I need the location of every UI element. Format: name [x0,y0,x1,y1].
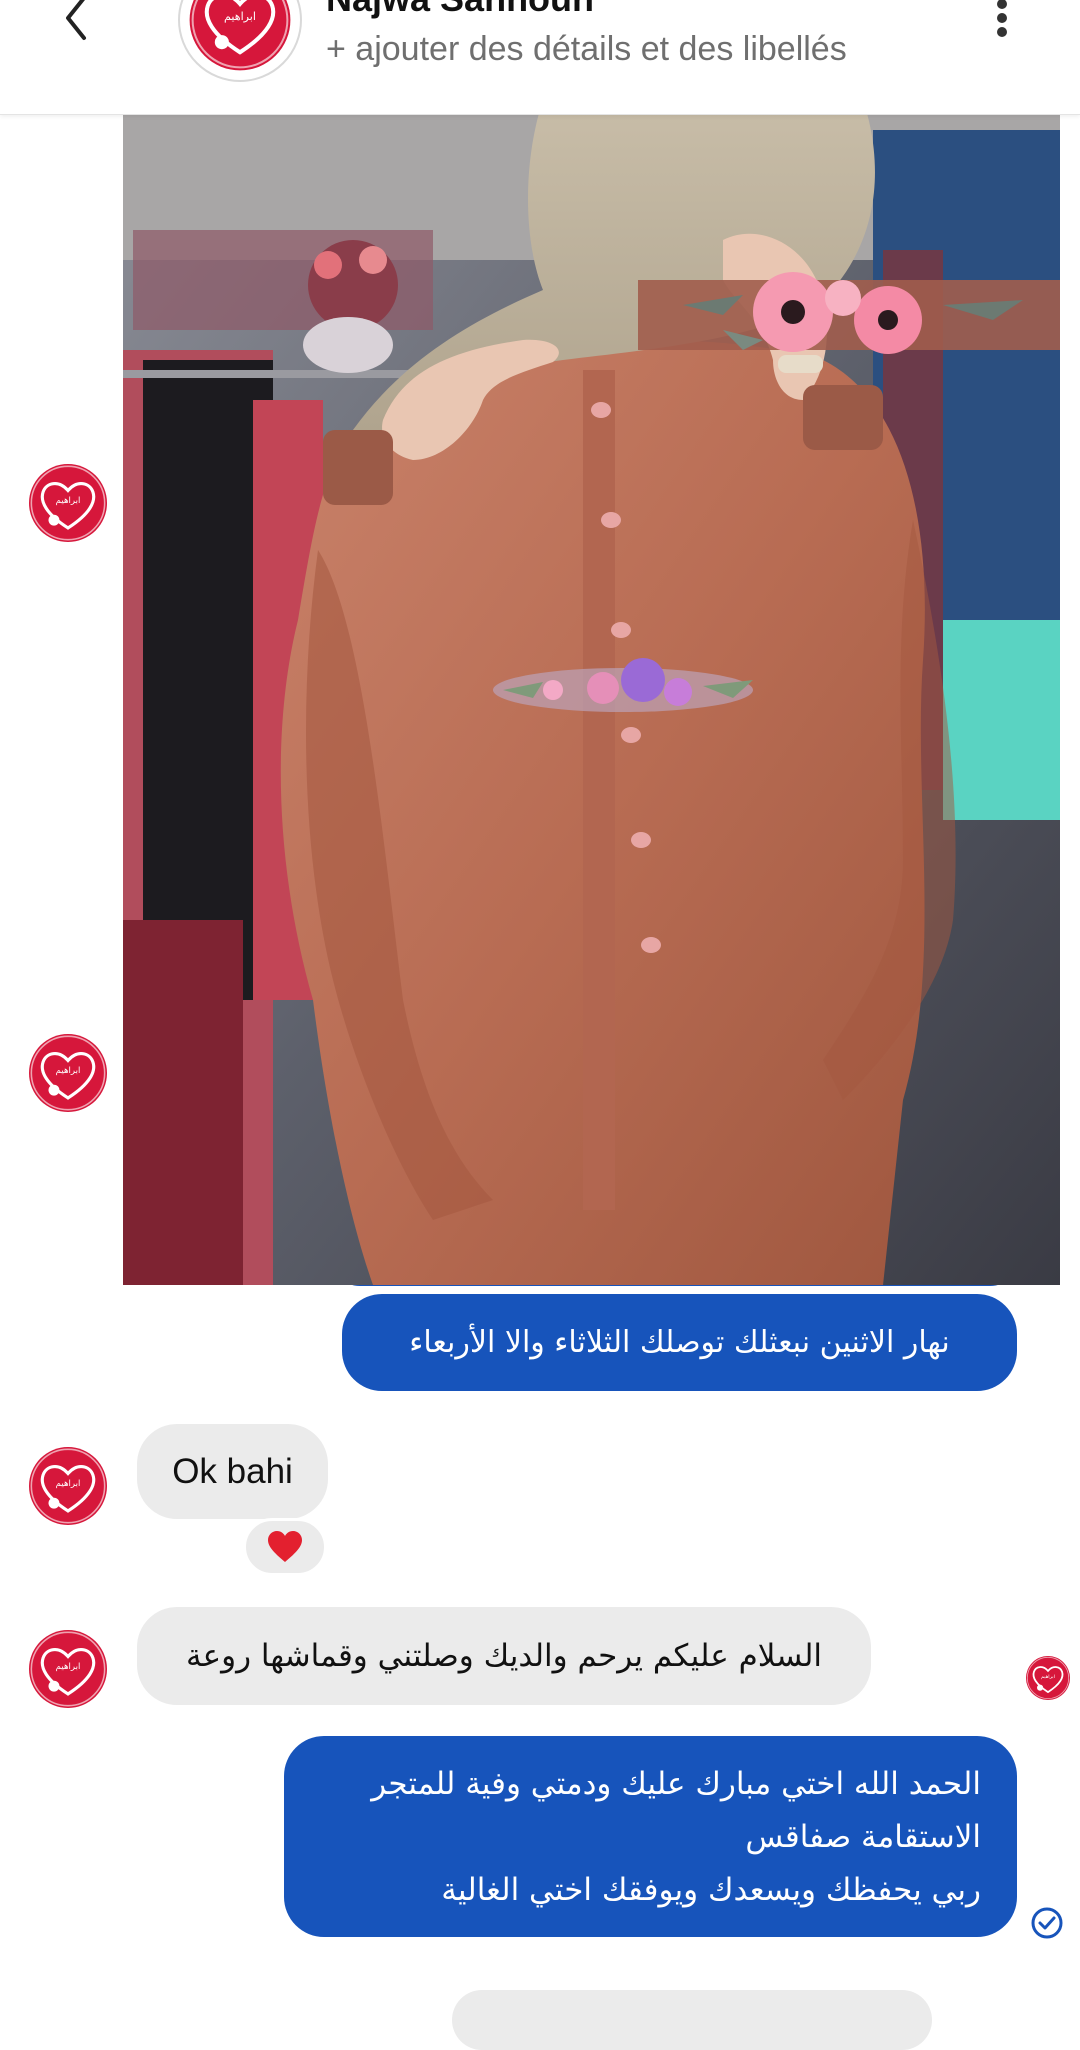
sender-avatar [29,1630,107,1708]
contact-name[interactable]: Najwa Sahnoun [326,0,594,20]
outgoing-message[interactable]: الحمد الله اختي مبارك عليك ودمتي وفية لل… [284,1736,1017,1937]
incoming-message[interactable]: السلام عليكم يرحم والديك وصلتني وقماشها … [137,1607,871,1705]
sent-check-icon [1031,1907,1063,1939]
incoming-message[interactable]: Ok bahi [137,1424,328,1519]
message-reaction[interactable] [243,1518,327,1576]
sender-avatar [29,1034,107,1112]
sender-avatar [29,464,107,542]
outgoing-message[interactable]: نهار الاثنين نبعثلك توصلك الثلاثاء والا … [342,1294,1017,1391]
read-receipt-avatar [1026,1656,1070,1700]
more-vertical-icon[interactable] [982,0,1022,44]
contact-avatar[interactable] [178,0,302,82]
product-photo-message[interactable] [123,100,1060,1285]
next-message-partial [452,1990,932,2050]
chat-header: Najwa Sahnoun + ajouter des détails et d… [0,0,1080,115]
chevron-left-icon[interactable] [48,0,108,50]
sender-avatar [29,1447,107,1525]
heart-icon [268,1531,302,1562]
add-details-link[interactable]: + ajouter des détails et des libellés [326,30,847,69]
